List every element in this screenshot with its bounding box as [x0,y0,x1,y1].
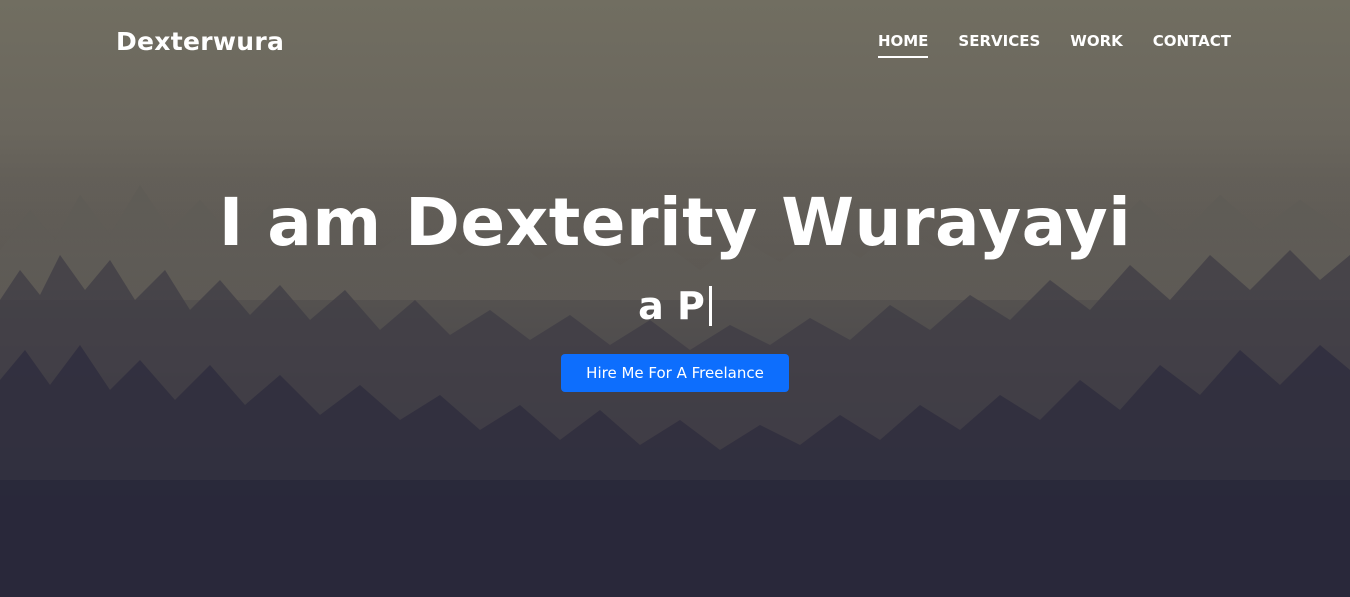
brand-logo[interactable]: Dexterwura [116,26,284,58]
nav-item-contact: CONTACT [1153,31,1231,51]
cta-wrap: Hire Me For A Freelance [0,354,1350,392]
navbar: Dexterwura HOME SERVICES WORK CONTACT [0,0,1350,84]
hero-title: I am Dexterity Wurayayi [218,184,1132,261]
hero-subtitle-wrap: a P [0,266,1350,330]
typing-caret [708,286,712,326]
hero-section: Dexterwura HOME SERVICES WORK CONTACT I … [0,0,1350,597]
nav-link-contact[interactable]: CONTACT [1153,32,1231,50]
nav-item-home: HOME [878,31,928,51]
hire-me-button[interactable]: Hire Me For A Freelance [561,354,789,392]
nav-link-services[interactable]: SERVICES [958,32,1040,50]
hero-subtitle: a P [638,282,712,330]
nav-link-home[interactable]: HOME [878,32,928,50]
nav-menu: HOME SERVICES WORK CONTACT [878,31,1231,51]
nav-item-services: SERVICES [958,31,1040,51]
nav-link-work[interactable]: WORK [1070,32,1122,50]
typed-text: a P [638,284,705,328]
hero-content: I am Dexterity Wurayayi a P Hire Me For … [0,180,1350,392]
nav-item-work: WORK [1070,31,1122,51]
